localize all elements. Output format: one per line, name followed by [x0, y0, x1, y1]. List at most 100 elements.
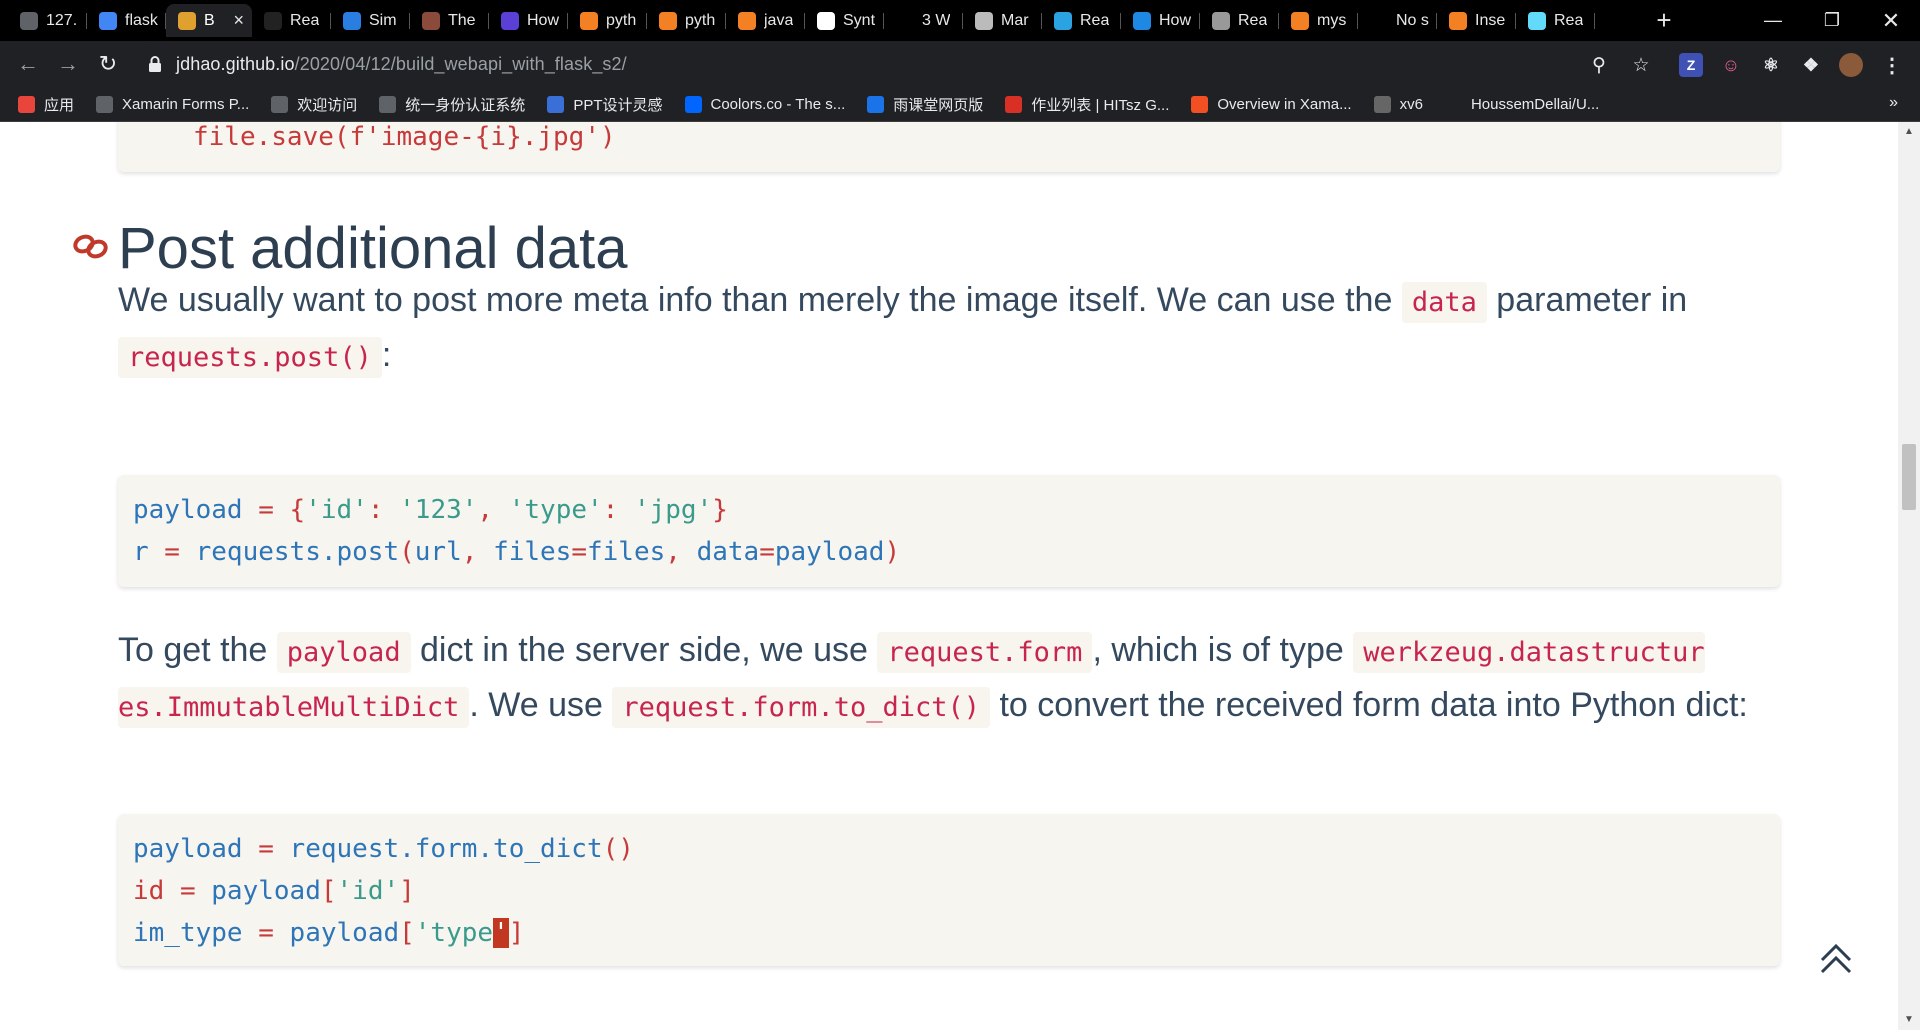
bookmark-item[interactable]: PPT设计灵感 — [547, 94, 663, 115]
url-path: /2020/04/12/build_webapi_with_flask_s2/ — [294, 54, 627, 74]
browser-tab[interactable]: pyth — [568, 4, 647, 37]
chrome-icon — [271, 95, 289, 113]
browser-tab[interactable]: No s — [1358, 4, 1437, 37]
inline-code-data: data — [1401, 282, 1487, 323]
bookmarks-overflow-chevron-icon[interactable]: » — [1889, 94, 1898, 112]
bookmark-label: Overview in Xama... — [1217, 95, 1352, 113]
code-block-1: payload = {'id': '123', 'type': 'jpg'} r… — [118, 475, 1780, 587]
stackoverflow-icon — [659, 11, 677, 30]
bookmark-label: HoussemDellai/U... — [1470, 95, 1600, 113]
tab-title: Rea — [1554, 11, 1584, 29]
close-tab-icon[interactable]: × — [233, 10, 244, 31]
browser-tab[interactable]: Rea — [1042, 4, 1121, 37]
bookmark-item[interactable]: HoussemDellai/U... — [1444, 95, 1600, 113]
address-bar[interactable]: jdhao.github.io/2020/04/12/build_webapi_… — [130, 46, 1690, 82]
forward-button[interactable]: → — [54, 50, 82, 78]
stackoverflow-icon — [738, 11, 756, 30]
browser-tab[interactable]: Mar — [963, 4, 1042, 37]
browser-tab[interactable]: mys — [1279, 4, 1358, 37]
paragraph-1: We usually want to post more meta info t… — [118, 274, 1788, 384]
zotero-extension-icon[interactable]: Z — [1679, 53, 1703, 77]
browser-tab[interactable]: How — [489, 4, 568, 37]
tab-title: Rea — [290, 11, 320, 29]
tab-title: Synt — [843, 11, 876, 29]
para2-text-a: To get the — [118, 631, 277, 669]
code2-line2: id = payload['id'] — [133, 876, 415, 906]
tab-title: B — [204, 11, 215, 29]
close-window-button[interactable]: ✕ — [1862, 0, 1920, 41]
stackoverflow-icon — [580, 11, 598, 30]
tab-title: Rea — [1080, 11, 1110, 29]
browser-tab[interactable]: The — [410, 4, 489, 37]
browser-tab[interactable]: java — [726, 4, 805, 37]
react-devtools-icon[interactable]: ⚛ — [1759, 53, 1783, 77]
browser-tab[interactable]: Inse — [1437, 4, 1516, 37]
browser-tab[interactable]: Synt — [805, 4, 884, 37]
rain-icon — [867, 95, 885, 113]
google-icon — [99, 11, 117, 30]
bookmark-item[interactable]: Xamarin Forms P... — [96, 95, 249, 113]
code-block-2: payload = request.form.to_dict() id = pa… — [118, 814, 1780, 966]
browser-tab[interactable]: Rea — [1200, 4, 1279, 37]
url-text[interactable]: jdhao.github.io/2020/04/12/build_webapi_… — [176, 54, 627, 75]
code2-line1: payload = request.form.to_dict() — [133, 834, 634, 864]
browser-tab[interactable]: Rea — [252, 4, 331, 37]
para1-text-a: We usually want to post more meta info t… — [118, 281, 1402, 319]
browser-tab[interactable]: pyth — [647, 4, 726, 37]
code1-line2: r = requests.post(url, files=files, data… — [133, 537, 901, 567]
bookmark-item[interactable]: xv6 — [1373, 95, 1423, 113]
para2-text-d: . We use — [469, 686, 613, 724]
tab-title: 3 W — [922, 11, 951, 29]
menu-kebab-icon[interactable]: ⋮ — [1880, 53, 1904, 77]
cube-icon — [975, 11, 993, 30]
refresh-icon — [1133, 11, 1151, 30]
doc-icon — [1212, 11, 1230, 30]
tab-title: No s — [1396, 11, 1429, 29]
zoom-icon[interactable]: ⚲ — [1588, 54, 1610, 76]
score-icon — [1005, 95, 1023, 113]
inline-code-request-form: request.form — [877, 632, 1093, 673]
browser-tab[interactable]: 3 W — [884, 4, 963, 37]
microsoft-icon — [1191, 95, 1209, 113]
bookmark-item[interactable]: 统一身份认证系统 — [379, 94, 525, 115]
browser-tab[interactable]: B × — [166, 4, 252, 37]
bookmark-item[interactable]: 应用 — [18, 94, 74, 115]
bookmark-item[interactable]: 作业列表 | HITsz G... — [1005, 94, 1169, 115]
browser-tab[interactable]: Rea — [1516, 4, 1595, 37]
reload-button[interactable]: ↻ — [94, 50, 122, 78]
profile-avatar[interactable] — [1839, 53, 1863, 77]
minimize-button[interactable]: — — [1744, 0, 1802, 41]
scroll-up-arrow-icon[interactable]: ▲ — [1898, 122, 1920, 142]
medium-icon — [264, 11, 282, 30]
inline-code-requests-post: requests.post() — [118, 337, 382, 378]
bookmark-item[interactable]: Coolors.co - The s... — [684, 95, 845, 113]
back-button[interactable]: ← — [14, 50, 42, 78]
restore-button[interactable]: ❐ — [1803, 0, 1861, 41]
page-viewport: file.save(f'image-{i}.jpg') Post additio… — [0, 122, 1898, 1030]
new-tab-button[interactable]: + — [1650, 7, 1678, 35]
extensions-puzzle-icon[interactable]: ❖ — [1799, 53, 1823, 77]
tab-title: flask — [125, 11, 158, 29]
anchor-link-icon[interactable] — [72, 232, 110, 262]
scroll-to-top-icon[interactable] — [1818, 940, 1854, 976]
url-host: jdhao.github.io — [176, 54, 295, 74]
page-scrollbar[interactable]: ▲ ▼ — [1898, 122, 1920, 1030]
browser-tab[interactable]: Sim — [331, 4, 410, 37]
inline-code-payload: payload — [276, 632, 411, 673]
bookmark-item[interactable]: Overview in Xama... — [1191, 95, 1352, 113]
scroll-down-arrow-icon[interactable]: ▼ — [1898, 1010, 1920, 1030]
para1-text-b: parameter in — [1486, 281, 1688, 319]
scrollbar-thumb[interactable] — [1902, 444, 1916, 510]
bookmark-item[interactable]: 欢迎访问 — [271, 94, 357, 115]
octocat-extension-icon[interactable]: ☺ — [1719, 53, 1743, 77]
tab-title: The — [448, 11, 476, 29]
bookmark-star-icon[interactable]: ☆ — [1630, 54, 1652, 76]
browser-tab[interactable]: flask — [87, 4, 166, 37]
browser-tab[interactable]: 127. — [8, 4, 87, 37]
chrome-icon — [379, 95, 397, 113]
bookmark-item[interactable]: 雨课堂网页版 — [867, 94, 983, 115]
para2-text-c: , which is of type — [1092, 631, 1354, 669]
prev-code-block: file.save(f'image-{i}.jpg') — [118, 122, 1780, 172]
browser-tab[interactable]: How — [1121, 4, 1200, 37]
bookmark-label: 雨课堂网页版 — [893, 96, 984, 114]
